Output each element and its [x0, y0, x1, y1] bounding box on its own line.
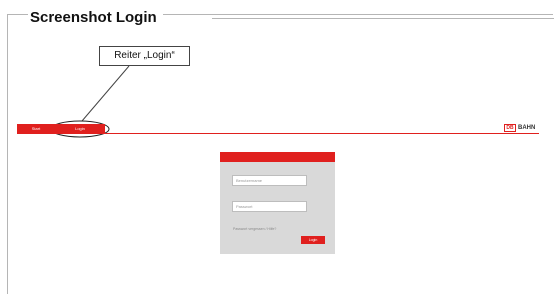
password-field[interactable]: Passwort: [232, 201, 307, 212]
forgot-password-link[interactable]: Passwort vergessen / Hilfe?: [233, 227, 276, 231]
brand-name: BAHN: [518, 124, 536, 131]
nav-underline: [17, 133, 539, 134]
tab-start[interactable]: Start: [17, 124, 55, 133]
brand-logo[interactable]: DB BAHN: [504, 123, 535, 132]
tab-login[interactable]: Login: [55, 124, 105, 133]
login-button[interactable]: Login: [301, 236, 325, 244]
login-panel-header: [220, 152, 335, 162]
callout-leader-line: [81, 65, 130, 122]
db-logo-icon: DB: [504, 123, 516, 132]
username-field[interactable]: Benutzername: [232, 175, 307, 186]
login-panel: Benutzername Passwort Passwort vergessen…: [220, 152, 335, 254]
